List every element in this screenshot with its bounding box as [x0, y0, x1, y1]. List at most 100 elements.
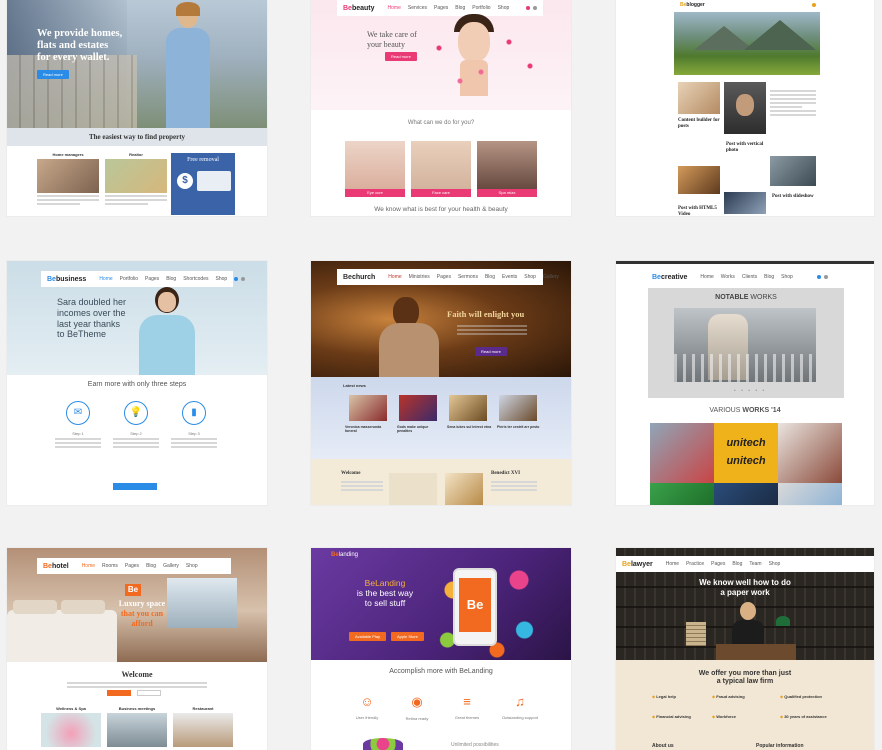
- news-title[interactable]: Veronica masserunda funeral: [345, 425, 391, 433]
- menu-item[interactable]: Home: [700, 274, 713, 280]
- logo[interactable]: Belanding: [331, 552, 358, 558]
- logo[interactable]: Beblogger: [680, 2, 705, 8]
- theme-card-beauty[interactable]: Bebeauty Home Services Pages Blog Portfo…: [311, 0, 571, 216]
- search-icon[interactable]: [241, 277, 246, 281]
- chart-icon: ▮: [182, 401, 206, 425]
- app-store-button[interactable]: Apple Store: [391, 632, 424, 641]
- menu-item[interactable]: Shop: [769, 561, 781, 567]
- work-tile[interactable]: [778, 483, 842, 505]
- menu-item[interactable]: Shop: [498, 5, 510, 11]
- tile-eye-cure[interactable]: Eye cure: [345, 141, 405, 197]
- work-tile[interactable]: [778, 423, 842, 483]
- menu-item[interactable]: Shop: [216, 276, 228, 282]
- tile-spa-relax[interactable]: Spa relax: [477, 141, 537, 197]
- logo[interactable]: Bebusiness: [47, 276, 86, 283]
- news-title[interactable]: Sena lukes sul intrect etna: [447, 425, 493, 429]
- menu-item[interactable]: Shop: [781, 274, 793, 280]
- post-title[interactable]: Post with HTML5 Video: [678, 206, 722, 216]
- search-icon[interactable]: [533, 6, 537, 10]
- theme-card-lawyer[interactable]: Belawyer Home Practice Pages Blog Team S…: [616, 548, 874, 750]
- search-icon[interactable]: [824, 275, 828, 279]
- news-title[interactable]: Gods make unique penalties: [397, 425, 443, 433]
- menu-item[interactable]: Shop: [186, 563, 198, 569]
- menu-item[interactable]: Blog: [485, 274, 495, 280]
- step-2: 💡 Step 2: [113, 401, 159, 450]
- read-more-button[interactable]: Read more: [475, 347, 507, 356]
- menu-item[interactable]: Events: [502, 274, 517, 280]
- cart-icon[interactable]: [526, 6, 530, 10]
- news-title[interactable]: Pieris ter cestrit arr pesto: [497, 425, 543, 429]
- theme-card-landing[interactable]: Belanding BeLanding is the best way to s…: [311, 548, 571, 750]
- menu-item[interactable]: Portfolio: [472, 5, 490, 11]
- menu-item[interactable]: Blog: [455, 5, 465, 11]
- logo[interactable]: Bechurch: [343, 274, 375, 281]
- menu-item[interactable]: Blog: [166, 276, 176, 282]
- menu-item[interactable]: Sermons: [458, 274, 478, 280]
- logo[interactable]: Behotel: [43, 563, 69, 570]
- cart-icon[interactable]: [817, 275, 821, 279]
- theme-card-creative[interactable]: Becreative Home Works Clients Blog Shop …: [616, 261, 874, 505]
- read-more-button[interactable]: Read more: [37, 70, 69, 79]
- menu-item[interactable]: Home: [388, 274, 401, 280]
- offer-band: We offer you more than just a typical la…: [616, 660, 874, 750]
- menu-item[interactable]: Team: [749, 561, 761, 567]
- menu-item[interactable]: Pages: [434, 5, 448, 11]
- menu-item[interactable]: Portfolio: [120, 276, 138, 282]
- tile-face-care[interactable]: Face care: [411, 141, 471, 197]
- menu-item[interactable]: Blog: [732, 561, 742, 567]
- menu-item[interactable]: Practice: [686, 561, 704, 567]
- theme-card-realestate[interactable]: We provide homes, flats and estates for …: [7, 0, 267, 216]
- menu-item[interactable]: Home: [666, 561, 679, 567]
- menu-item[interactable]: Gallery: [543, 274, 559, 280]
- woman-figure: [162, 2, 214, 128]
- menu-item[interactable]: Pages: [711, 561, 725, 567]
- theme-card-hotel[interactable]: Behotel Home Rooms Pages Blog Gallery Sh…: [7, 548, 267, 750]
- menu-item[interactable]: Pages: [437, 274, 451, 280]
- bottom-text: Unlimited possibilities: [451, 742, 499, 748]
- menu-item[interactable]: Blog: [146, 563, 156, 569]
- post-thumb[interactable]: [678, 82, 720, 114]
- logo[interactable]: Bebeauty: [343, 5, 375, 12]
- theme-card-church[interactable]: Bechurch Home Ministries Pages Sermons B…: [311, 261, 571, 505]
- menu-item[interactable]: Shop: [524, 274, 536, 280]
- work-tile[interactable]: unitech unitech: [714, 423, 778, 483]
- google-play-button[interactable]: Available Play: [349, 632, 387, 641]
- post-thumb[interactable]: [724, 82, 766, 134]
- post-title[interactable]: Content builder for posts: [678, 118, 724, 130]
- primary-button[interactable]: [107, 690, 131, 696]
- menu-item[interactable]: Shortcodes: [183, 276, 208, 282]
- cta-button[interactable]: [113, 483, 157, 490]
- work-tile[interactable]: [714, 483, 778, 505]
- post-title[interactable]: Post with vertical photo: [726, 142, 774, 154]
- read-more-button[interactable]: Read more: [385, 52, 417, 61]
- menu-item[interactable]: Ministries: [409, 274, 430, 280]
- cart-icon[interactable]: [234, 277, 239, 281]
- menu-item[interactable]: Works: [721, 274, 735, 280]
- menu-item[interactable]: Pages: [145, 276, 159, 282]
- logo[interactable]: Becreative: [652, 274, 687, 281]
- cart-icon[interactable]: [812, 3, 816, 7]
- menu-item[interactable]: Gallery: [163, 563, 179, 569]
- post-thumb[interactable]: [678, 166, 720, 194]
- logo[interactable]: Belawyer: [622, 561, 653, 568]
- work-tile[interactable]: [650, 483, 714, 505]
- menu-item[interactable]: Rooms: [102, 563, 118, 569]
- menu-item[interactable]: Home: [99, 276, 112, 282]
- post-thumb[interactable]: [724, 192, 766, 214]
- menu-item[interactable]: Services: [408, 5, 427, 11]
- hero-headline: BeLanding is the best way to sell stuff: [356, 578, 414, 609]
- hero-headline: We take care of your beauty: [367, 30, 417, 49]
- menu-item[interactable]: Home: [388, 5, 401, 11]
- post-thumb[interactable]: [770, 156, 816, 186]
- theme-card-blogger[interactable]: Beblogger Content builder for posts Post…: [616, 0, 874, 216]
- theme-card-business[interactable]: Bebusiness Home Portfolio Pages Blog Sho…: [7, 261, 267, 505]
- work-tile[interactable]: [650, 423, 714, 483]
- secondary-button[interactable]: [137, 690, 161, 696]
- menu-item[interactable]: Pages: [125, 563, 139, 569]
- notable-works-slider[interactable]: NOTABLE WORKS • • • • •: [648, 288, 844, 398]
- menu-item[interactable]: Clients: [742, 274, 757, 280]
- menu-item[interactable]: Home: [82, 563, 95, 569]
- menu-item[interactable]: Blog: [764, 274, 774, 280]
- hero-headline: Sara doubled her incomes over the last y…: [57, 297, 127, 340]
- post-title[interactable]: Post with slideshow: [772, 194, 818, 200]
